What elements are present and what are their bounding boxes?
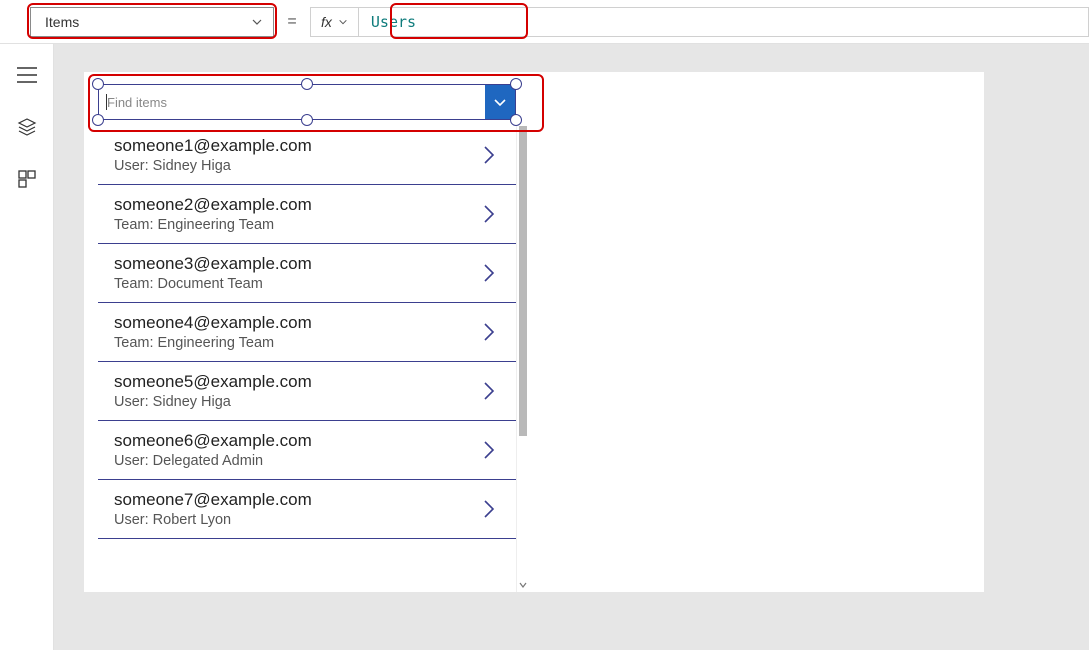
chevron-right-icon[interactable] <box>482 380 502 402</box>
scrollbar[interactable] <box>516 126 528 592</box>
side-rail <box>0 44 54 650</box>
list-item-secondary: Team: Document Team <box>114 276 312 292</box>
list-item[interactable]: someone1@example.com User: Sidney Higa <box>98 126 516 185</box>
list-item[interactable]: someone5@example.com User: Sidney Higa <box>98 362 516 421</box>
property-selector[interactable]: Items <box>30 7 274 37</box>
list-item[interactable]: someone3@example.com Team: Document Team <box>98 244 516 303</box>
chevron-right-icon[interactable] <box>482 262 502 284</box>
chevron-down-icon <box>338 17 348 27</box>
list-item-primary: someone3@example.com <box>114 254 312 274</box>
list-item-secondary: Team: Engineering Team <box>114 335 312 351</box>
list-item-primary: someone7@example.com <box>114 490 312 510</box>
chevron-right-icon[interactable] <box>482 498 502 520</box>
chevron-right-icon[interactable] <box>482 203 502 225</box>
list-item-primary: someone2@example.com <box>114 195 312 215</box>
scroll-down-arrow-icon[interactable] <box>517 578 529 592</box>
list-item-primary: someone4@example.com <box>114 313 312 333</box>
list-item-secondary: User: Sidney Higa <box>114 394 312 410</box>
scroll-thumb[interactable] <box>519 126 527 436</box>
chevron-down-icon <box>251 16 263 28</box>
list-item-primary: someone1@example.com <box>114 136 312 156</box>
list-item-secondary: Team: Engineering Team <box>114 217 312 233</box>
list-item-text: someone6@example.com User: Delegated Admi… <box>114 431 312 469</box>
main-area: someone1@example.comUser: Sidney Higasom… <box>0 44 1089 650</box>
list-item-text: someone4@example.com Team: Engineering Te… <box>114 313 312 351</box>
text-cursor <box>106 94 107 110</box>
resize-handle[interactable] <box>510 114 522 126</box>
list-item-primary: someone5@example.com <box>114 372 312 392</box>
canvas-area: someone1@example.comUser: Sidney Higasom… <box>54 44 1089 650</box>
app-canvas[interactable]: someone1@example.comUser: Sidney Higasom… <box>84 72 984 592</box>
fx-button[interactable]: fx <box>310 7 359 37</box>
list-item[interactable]: someone7@example.com User: Robert Lyon <box>98 480 516 539</box>
formula-bar: Items = fx Users <box>0 0 1089 44</box>
chevron-right-icon[interactable] <box>482 321 502 343</box>
chevron-right-icon[interactable] <box>482 144 502 166</box>
list-item[interactable]: someone6@example.com User: Delegated Admi… <box>98 421 516 480</box>
resize-handle[interactable] <box>92 78 104 90</box>
list-item-text: someone7@example.com User: Robert Lyon <box>114 490 312 528</box>
chevron-down-icon <box>492 94 508 110</box>
fx-label: fx <box>321 14 332 30</box>
components-icon[interactable] <box>16 168 38 190</box>
equals-label: = <box>274 13 310 31</box>
list-item-secondary: User: Robert Lyon <box>114 512 312 528</box>
resize-handle[interactable] <box>510 78 522 90</box>
resize-handle[interactable] <box>301 114 313 126</box>
gallery[interactable]: someone1@example.comUser: Sidney Higasom… <box>98 126 516 592</box>
formula-text: Users <box>371 13 416 31</box>
combobox-control[interactable] <box>98 84 516 120</box>
combobox-chevron-button[interactable] <box>485 85 515 119</box>
chevron-right-icon[interactable] <box>482 439 502 461</box>
list-item[interactable]: someone4@example.com Team: Engineering Te… <box>98 303 516 362</box>
list-item-text: someone5@example.com User: Sidney Higa <box>114 372 312 410</box>
list-item-text: someone2@example.com Team: Engineering Te… <box>114 195 312 233</box>
list-item-primary: someone6@example.com <box>114 431 312 451</box>
list-item-secondary: User: Sidney Higa <box>114 158 312 174</box>
combobox-input[interactable] <box>99 85 485 119</box>
gallery-wrap: someone1@example.comUser: Sidney Higasom… <box>98 126 530 592</box>
hamburger-icon[interactable] <box>16 64 38 86</box>
resize-handle[interactable] <box>301 78 313 90</box>
layers-icon[interactable] <box>16 116 38 138</box>
list-item-text: someone1@example.com User: Sidney Higa <box>114 136 312 174</box>
list-item-secondary: User: Delegated Admin <box>114 453 312 469</box>
resize-handle[interactable] <box>92 114 104 126</box>
formula-input[interactable]: Users <box>359 7 1089 37</box>
list-item-text: someone3@example.com Team: Document Team <box>114 254 312 292</box>
list-item[interactable]: someone2@example.com Team: Engineering Te… <box>98 185 516 244</box>
property-selector-label: Items <box>45 14 79 30</box>
